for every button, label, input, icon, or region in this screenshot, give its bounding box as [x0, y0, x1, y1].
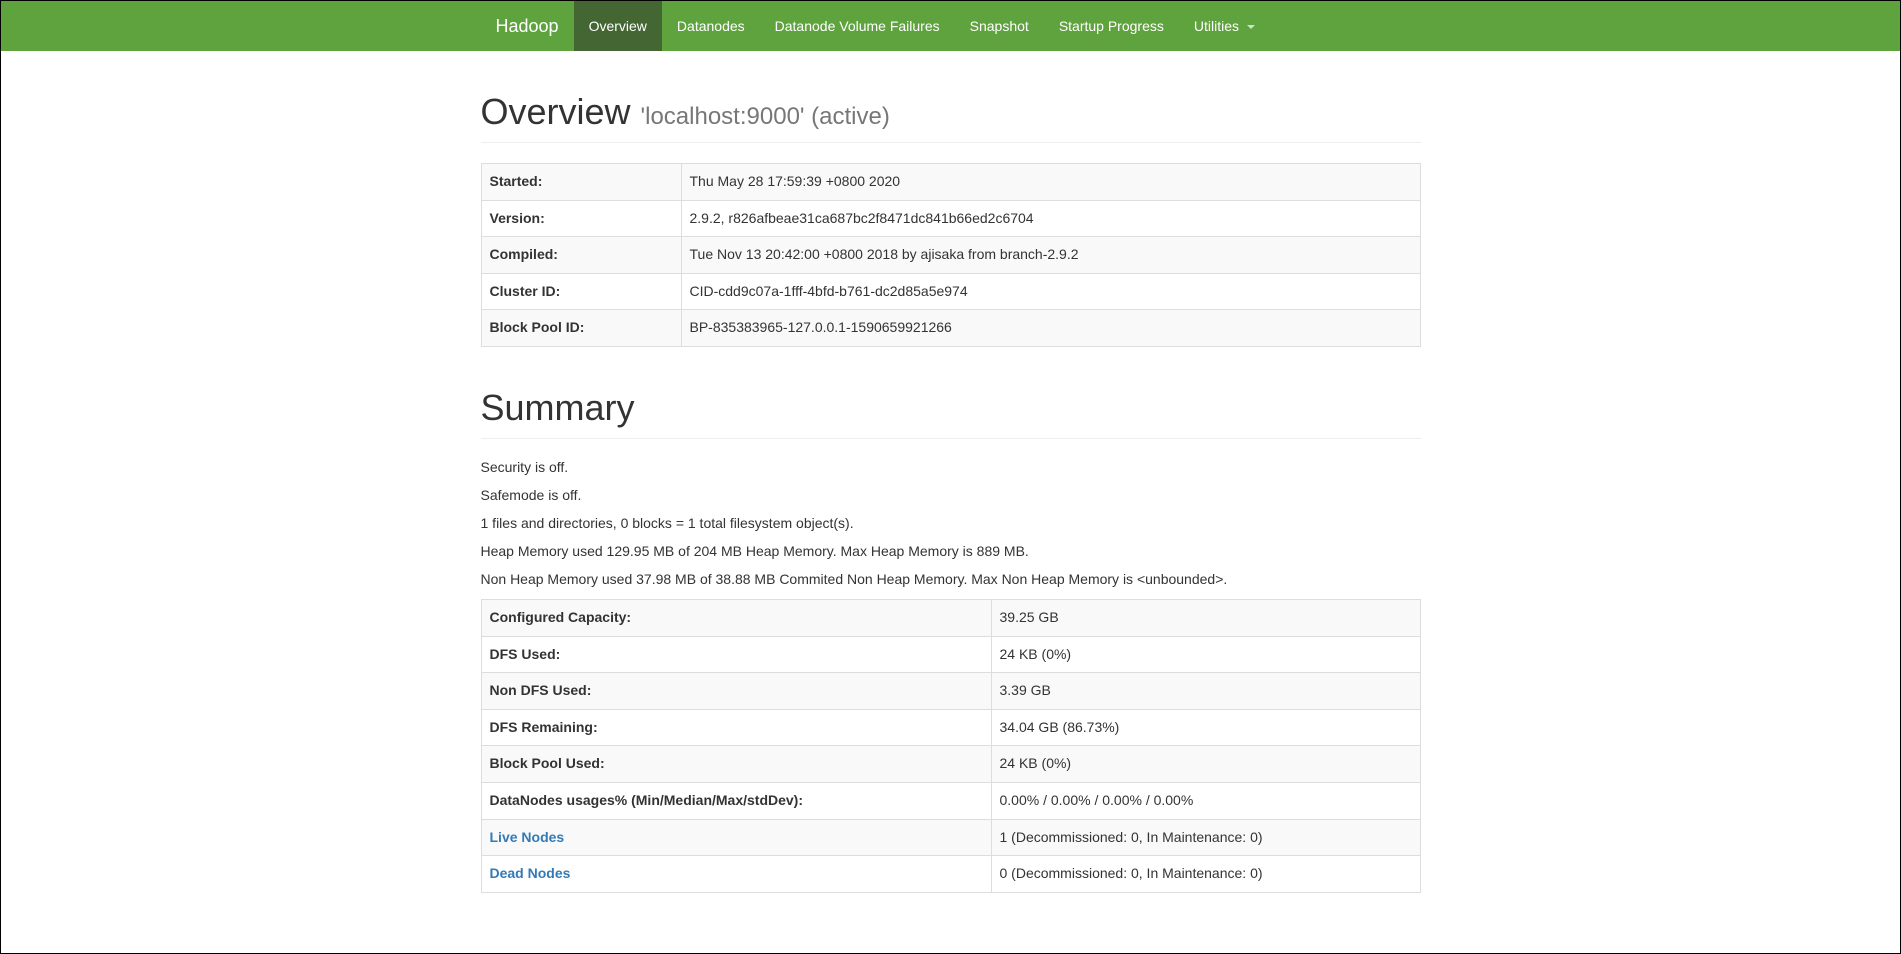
table-row: DataNodes usages% (Min/Median/Max/stdDev… [481, 782, 1420, 819]
overview-started-label: Started: [481, 164, 681, 201]
overview-cluster-id-label: Cluster ID: [481, 273, 681, 310]
non-dfs-used-label: Non DFS Used: [481, 673, 991, 710]
table-row: Dead Nodes 0 (Decommissioned: 0, In Main… [481, 856, 1420, 893]
summary-header: Summary [481, 387, 1421, 439]
overview-header: Overview 'localhost:9000' (active) [481, 91, 1421, 143]
table-row: DFS Used: 24 KB (0%) [481, 636, 1420, 673]
page-title: Overview 'localhost:9000' (active) [481, 91, 1421, 133]
non-dfs-used-value: 3.39 GB [991, 673, 1420, 710]
dfs-used-label: DFS Used: [481, 636, 991, 673]
nav-snapshot[interactable]: Snapshot [955, 1, 1044, 51]
nav-datanode-volume-failures[interactable]: Datanode Volume Failures [760, 1, 955, 51]
summary-security-line: Security is off. [481, 459, 1421, 475]
configured-capacity-label: Configured Capacity: [481, 599, 991, 636]
table-row: Configured Capacity: 39.25 GB [481, 599, 1420, 636]
overview-cluster-id-value: CID-cdd9c07a-1fff-4bfd-b761-dc2d85a5e974 [681, 273, 1420, 310]
overview-started-value: Thu May 28 17:59:39 +0800 2020 [681, 164, 1420, 201]
table-row: Live Nodes 1 (Decommissioned: 0, In Main… [481, 819, 1420, 856]
live-nodes-link[interactable]: Live Nodes [490, 829, 565, 845]
live-nodes-value: 1 (Decommissioned: 0, In Maintenance: 0) [991, 819, 1420, 856]
nav-list: Overview Datanodes Datanode Volume Failu… [574, 1, 1270, 51]
table-row: Version: 2.9.2, r826afbeae31ca687bc2f847… [481, 200, 1420, 237]
overview-block-pool-id-value: BP-835383965-127.0.0.1-1590659921266 [681, 310, 1420, 347]
nav-startup-progress[interactable]: Startup Progress [1044, 1, 1179, 51]
overview-block-pool-id-label: Block Pool ID: [481, 310, 681, 347]
overview-compiled-label: Compiled: [481, 237, 681, 274]
dead-nodes-link[interactable]: Dead Nodes [490, 865, 571, 881]
datanodes-usages-label: DataNodes usages% (Min/Median/Max/stdDev… [481, 782, 991, 819]
overview-compiled-value: Tue Nov 13 20:42:00 +0800 2018 by ajisak… [681, 237, 1420, 274]
navbar: Hadoop Overview Datanodes Datanode Volum… [1, 1, 1900, 51]
nav-overview[interactable]: Overview [574, 1, 662, 51]
chevron-down-icon [1247, 25, 1255, 29]
dfs-remaining-value: 34.04 GB (86.73%) [991, 709, 1420, 746]
dfs-used-value: 24 KB (0%) [991, 636, 1420, 673]
overview-table: Started: Thu May 28 17:59:39 +0800 2020 … [481, 163, 1421, 347]
summary-title: Summary [481, 387, 1421, 429]
dead-nodes-value: 0 (Decommissioned: 0, In Maintenance: 0) [991, 856, 1420, 893]
configured-capacity-value: 39.25 GB [991, 599, 1420, 636]
summary-safemode-line: Safemode is off. [481, 487, 1421, 503]
datanodes-usages-value: 0.00% / 0.00% / 0.00% / 0.00% [991, 782, 1420, 819]
block-pool-used-label: Block Pool Used: [481, 746, 991, 783]
overview-version-value: 2.9.2, r826afbeae31ca687bc2f8471dc841b66… [681, 200, 1420, 237]
block-pool-used-value: 24 KB (0%) [991, 746, 1420, 783]
dfs-remaining-label: DFS Remaining: [481, 709, 991, 746]
table-row: DFS Remaining: 34.04 GB (86.73%) [481, 709, 1420, 746]
table-row: Non DFS Used: 3.39 GB [481, 673, 1420, 710]
table-row: Compiled: Tue Nov 13 20:42:00 +0800 2018… [481, 237, 1420, 274]
table-row: Block Pool Used: 24 KB (0%) [481, 746, 1420, 783]
summary-heap-line: Heap Memory used 129.95 MB of 204 MB Hea… [481, 543, 1421, 559]
summary-files-line: 1 files and directories, 0 blocks = 1 to… [481, 515, 1421, 531]
overview-host: 'localhost:9000' (active) [641, 103, 890, 130]
overview-title-text: Overview [481, 91, 631, 132]
nav-datanodes[interactable]: Datanodes [662, 1, 760, 51]
brand-link[interactable]: Hadoop [481, 1, 574, 51]
table-row: Cluster ID: CID-cdd9c07a-1fff-4bfd-b761-… [481, 273, 1420, 310]
table-row: Block Pool ID: BP-835383965-127.0.0.1-15… [481, 310, 1420, 347]
nav-utilities[interactable]: Utilities [1179, 1, 1270, 51]
overview-version-label: Version: [481, 200, 681, 237]
summary-nonheap-line: Non Heap Memory used 37.98 MB of 38.88 M… [481, 571, 1421, 587]
nav-utilities-label: Utilities [1194, 18, 1239, 34]
summary-table: Configured Capacity: 39.25 GB DFS Used: … [481, 599, 1421, 893]
table-row: Started: Thu May 28 17:59:39 +0800 2020 [481, 164, 1420, 201]
